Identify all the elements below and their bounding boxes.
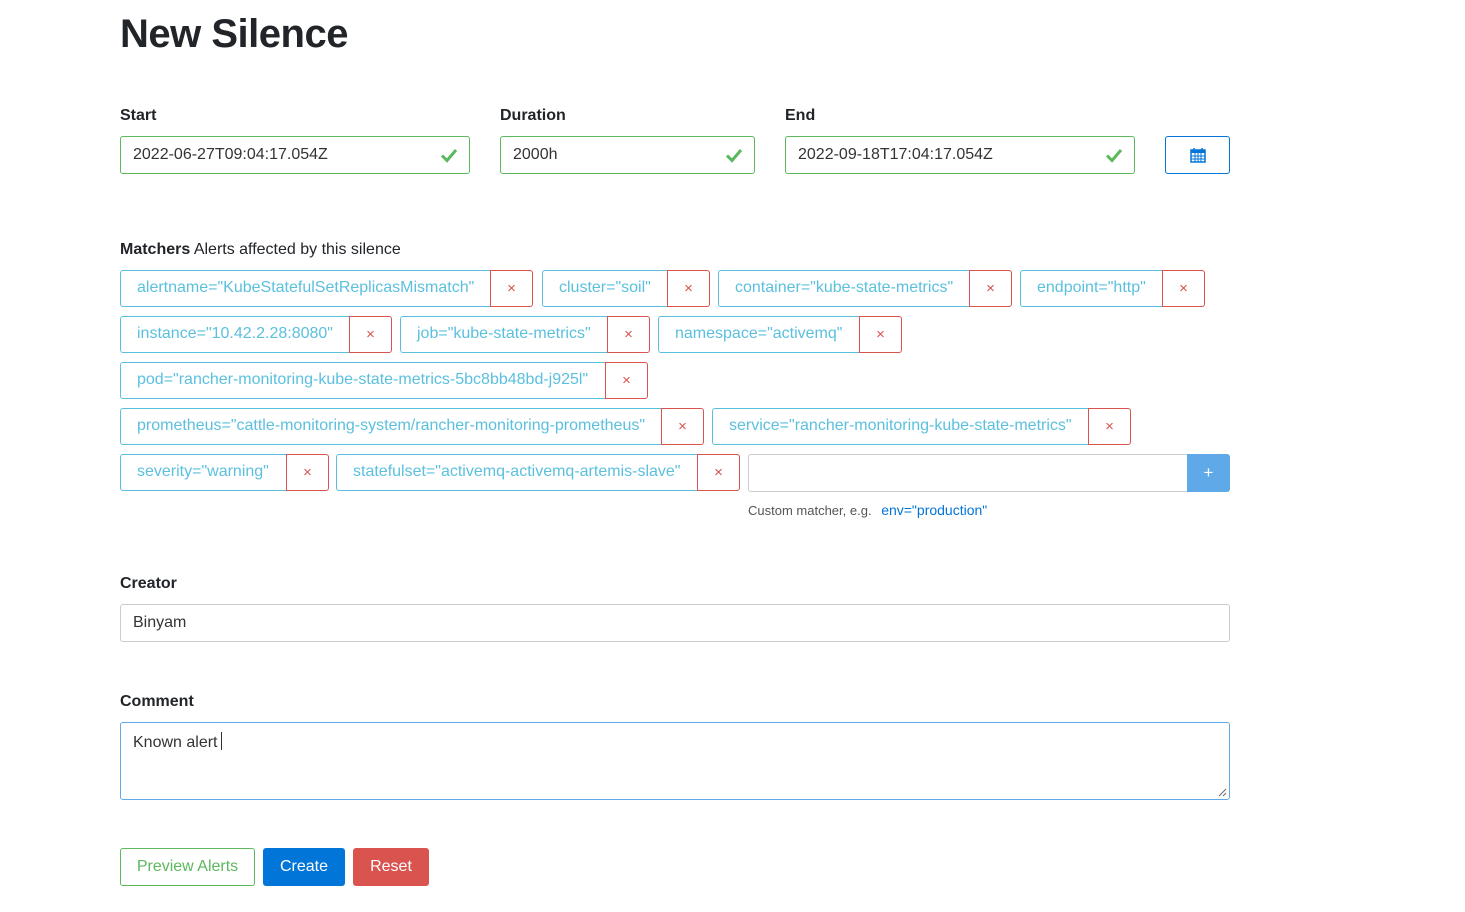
- remove-matcher-button[interactable]: ×: [667, 270, 710, 307]
- matcher-chip: endpoint="http" ×: [1020, 270, 1205, 307]
- matcher-text[interactable]: job="kube-state-metrics": [400, 316, 607, 353]
- matchers-heading: Matchers Alerts affected by this silence: [120, 241, 401, 259]
- reset-button[interactable]: Reset: [353, 848, 429, 886]
- remove-matcher-button[interactable]: ×: [1088, 408, 1131, 445]
- matcher-text[interactable]: alertname="KubeStatefulSetReplicasMismat…: [120, 270, 490, 307]
- matcher-chip: prometheus="cattle-monitoring-system/ran…: [120, 408, 704, 445]
- matchers-label: Matchers: [120, 241, 191, 258]
- remove-matcher-button[interactable]: ×: [607, 316, 650, 353]
- resize-handle-icon[interactable]: [1218, 788, 1227, 797]
- page-title: New Silence: [120, 12, 348, 56]
- comment-value: Known alert: [133, 732, 222, 752]
- comment-label: Comment: [120, 693, 194, 710]
- duration-label: Duration: [500, 107, 566, 124]
- matchers-description: Alerts affected by this silence: [193, 241, 401, 258]
- matcher-text[interactable]: severity="warning": [120, 454, 286, 491]
- calendar-icon: [1190, 148, 1206, 163]
- check-icon: [1105, 149, 1123, 163]
- remove-matcher-button[interactable]: ×: [1162, 270, 1205, 307]
- matcher-text[interactable]: namespace="activemq": [658, 316, 859, 353]
- remove-matcher-button[interactable]: ×: [349, 316, 392, 353]
- creator-value: Binyam: [133, 614, 187, 631]
- matcher-text[interactable]: endpoint="http": [1020, 270, 1162, 307]
- check-icon: [725, 149, 743, 163]
- custom-matcher-input[interactable]: [748, 454, 1188, 492]
- matcher-chip: instance="10.42.2.28:8080" ×: [120, 316, 392, 353]
- matcher-chip: namespace="activemq" ×: [658, 316, 902, 353]
- start-input[interactable]: 2022-06-27T09:04:17.054Z: [120, 136, 470, 174]
- remove-matcher-button[interactable]: ×: [286, 454, 329, 491]
- creator-input[interactable]: Binyam: [120, 604, 1230, 642]
- end-input[interactable]: 2022-09-18T17:04:17.054Z: [785, 136, 1135, 174]
- add-matcher-button[interactable]: +: [1187, 454, 1230, 492]
- remove-matcher-button[interactable]: ×: [969, 270, 1012, 307]
- matcher-chip: job="kube-state-metrics" ×: [400, 316, 650, 353]
- custom-matcher-hint: Custom matcher, e.g. env="production": [748, 502, 987, 518]
- duration-input[interactable]: 2000h: [500, 136, 755, 174]
- matcher-text[interactable]: container="kube-state-metrics": [718, 270, 969, 307]
- end-value: 2022-09-18T17:04:17.054Z: [798, 146, 993, 163]
- remove-matcher-button[interactable]: ×: [490, 270, 533, 307]
- remove-matcher-button[interactable]: ×: [605, 362, 648, 399]
- duration-value: 2000h: [513, 146, 558, 163]
- creator-label: Creator: [120, 575, 177, 592]
- matcher-text[interactable]: prometheus="cattle-monitoring-system/ran…: [120, 408, 661, 445]
- create-button[interactable]: Create: [263, 848, 345, 886]
- hint-text: Custom matcher, e.g.: [748, 503, 872, 518]
- matcher-chip: pod="rancher-monitoring-kube-state-metri…: [120, 362, 648, 399]
- remove-matcher-button[interactable]: ×: [697, 454, 740, 491]
- matcher-text[interactable]: pod="rancher-monitoring-kube-state-metri…: [120, 362, 605, 399]
- end-label: End: [785, 107, 816, 124]
- comment-textarea[interactable]: Known alert: [120, 722, 1230, 800]
- remove-matcher-button[interactable]: ×: [661, 408, 704, 445]
- hint-example: env="production": [881, 502, 988, 518]
- matcher-chip: alertname="KubeStatefulSetReplicasMismat…: [120, 270, 533, 307]
- matcher-text[interactable]: cluster="soil": [542, 270, 667, 307]
- calendar-button[interactable]: [1165, 136, 1230, 174]
- remove-matcher-button[interactable]: ×: [859, 316, 902, 353]
- matcher-chip: cluster="soil" ×: [542, 270, 710, 307]
- matcher-chip: severity="warning" ×: [120, 454, 329, 491]
- matcher-chip: service="rancher-monitoring-kube-state-m…: [712, 408, 1131, 445]
- matcher-text[interactable]: service="rancher-monitoring-kube-state-m…: [712, 408, 1088, 445]
- start-label: Start: [120, 107, 157, 124]
- matcher-text[interactable]: statefulset="activemq-activemq-artemis-s…: [336, 454, 697, 491]
- check-icon: [440, 149, 458, 163]
- matcher-chip: statefulset="activemq-activemq-artemis-s…: [336, 454, 740, 491]
- matcher-text[interactable]: instance="10.42.2.28:8080": [120, 316, 349, 353]
- matcher-chip: container="kube-state-metrics" ×: [718, 270, 1012, 307]
- comment-text: Known alert: [133, 734, 218, 751]
- preview-alerts-button[interactable]: Preview Alerts: [120, 848, 255, 886]
- start-value: 2022-06-27T09:04:17.054Z: [133, 146, 328, 163]
- text-caret: [220, 732, 222, 750]
